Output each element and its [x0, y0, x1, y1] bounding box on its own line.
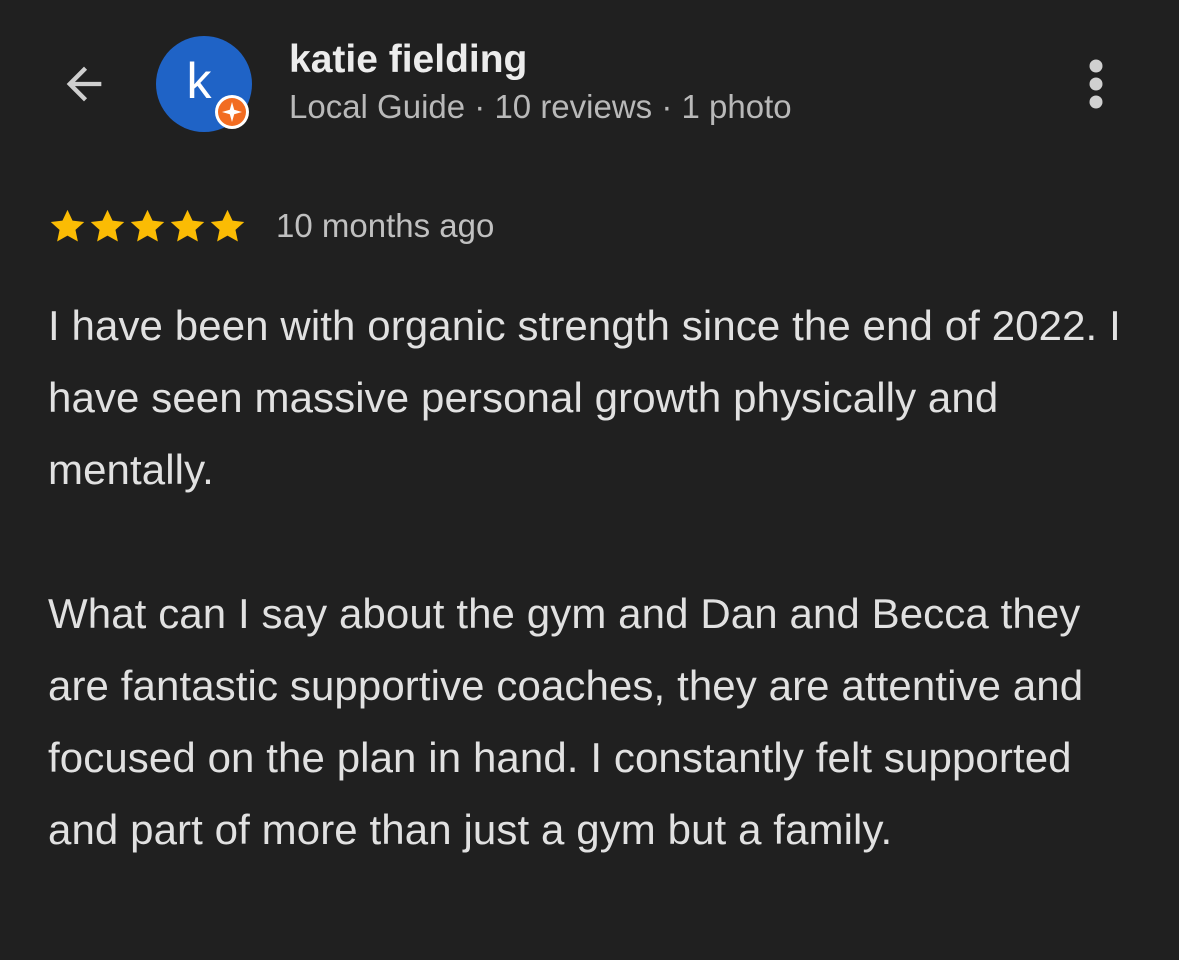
- more-options-button[interactable]: [1074, 52, 1118, 116]
- review-header: k katie fielding Local Guide · 10 review…: [0, 0, 1179, 170]
- star-rating: [48, 207, 248, 246]
- star-icon: [50, 209, 85, 241]
- avatar[interactable]: k: [156, 36, 252, 132]
- star-icon: [170, 209, 205, 241]
- star-icon: [90, 209, 125, 241]
- back-button[interactable]: [52, 52, 116, 116]
- reviewer-meta: Local Guide · 10 reviews · 1 photo: [289, 88, 792, 125]
- local-guide-badge-icon: [215, 95, 249, 129]
- rating-row: 10 months ago: [48, 200, 494, 252]
- star-icon: [130, 209, 165, 241]
- reviewer-name[interactable]: katie fielding: [289, 38, 527, 82]
- arrow-back-icon: [66, 66, 102, 102]
- avatar-letter: k: [186, 53, 212, 109]
- star-icon: [210, 209, 245, 241]
- more-vertical-icon: [1089, 59, 1103, 109]
- review-paragraph: What can I say about the gym and Dan and…: [48, 590, 1084, 853]
- review-text: I have been with organic strength since …: [48, 290, 1148, 866]
- review-paragraph: I have been with organic strength since …: [48, 302, 1121, 493]
- review-time: 10 months ago: [276, 207, 495, 244]
